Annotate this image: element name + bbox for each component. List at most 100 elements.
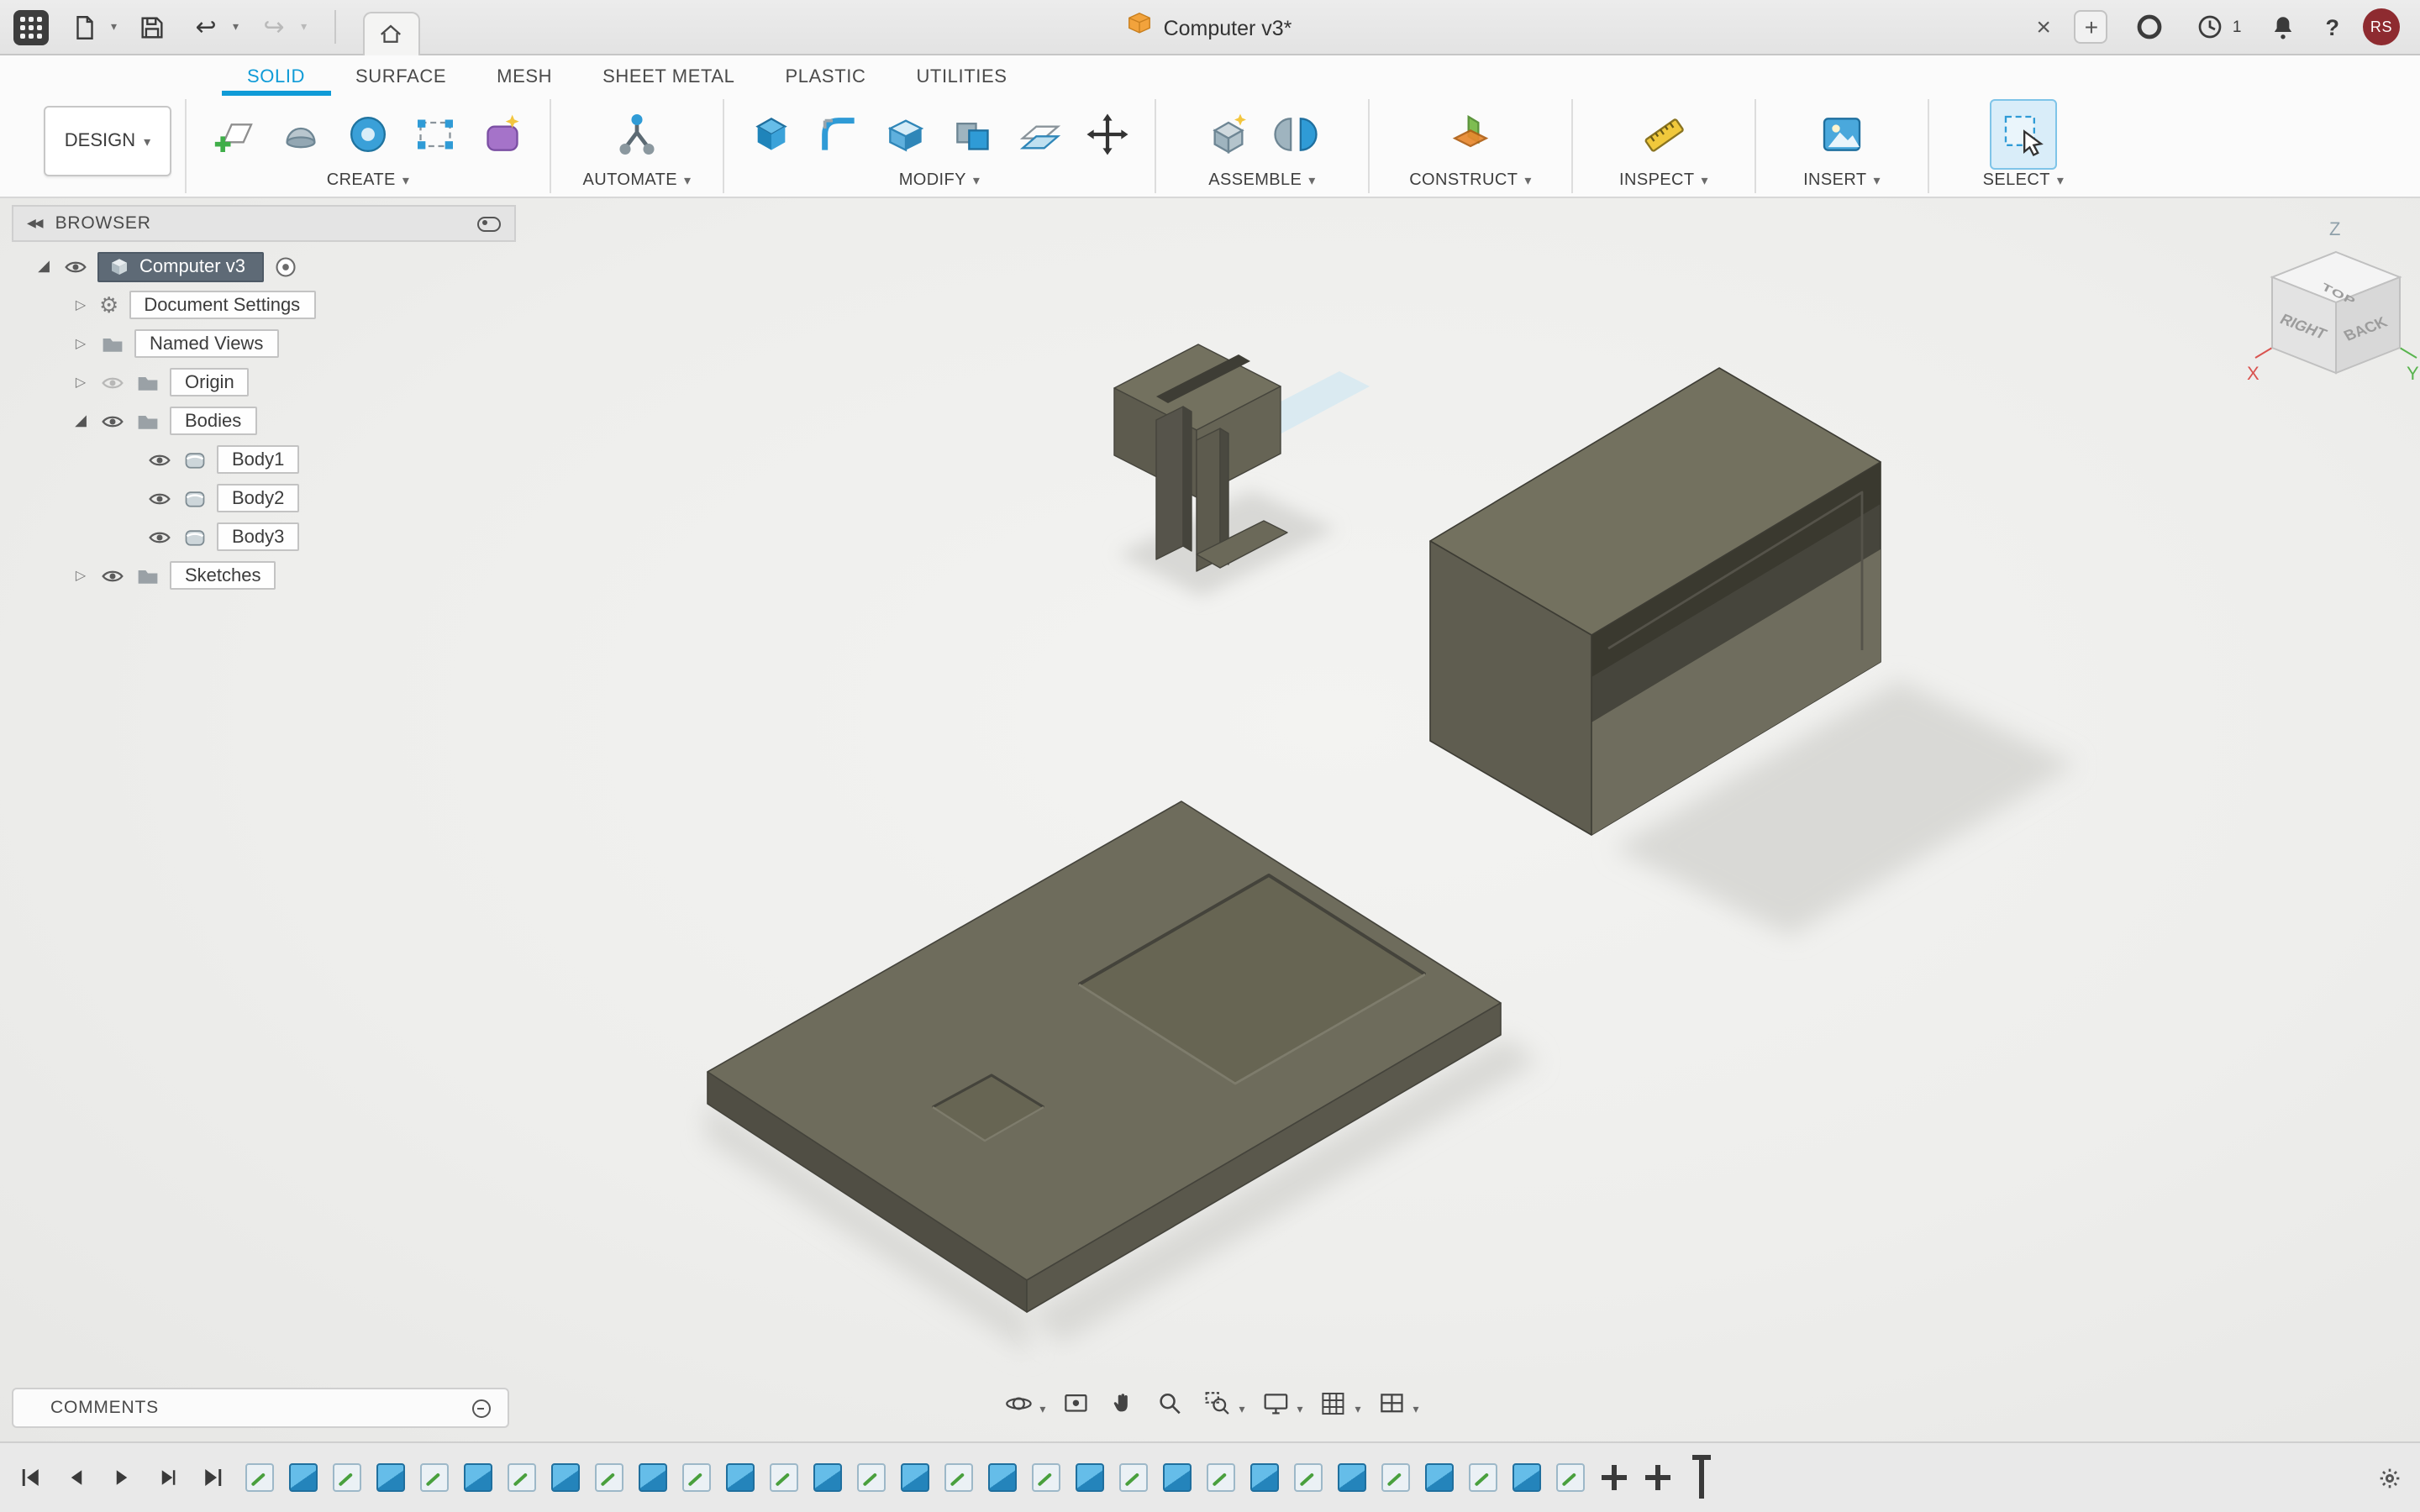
timeline-feature-extrude[interactable]	[1250, 1463, 1279, 1492]
tree-label[interactable]: Named Views	[134, 329, 279, 358]
timeline-feature-extrude[interactable]	[1076, 1463, 1104, 1492]
avatar[interactable]: RS	[2363, 8, 2400, 45]
timeline-feature-extrude[interactable]	[639, 1463, 667, 1492]
tree-row-bodies[interactable]: ◢ Bodies	[12, 402, 516, 440]
grid-settings-button[interactable]	[1313, 1383, 1354, 1423]
timeline-feature-sketch[interactable]	[1556, 1463, 1585, 1492]
timeline-feature-sketch[interactable]	[1381, 1463, 1410, 1492]
timeline-feature-sketch[interactable]	[1119, 1463, 1148, 1492]
tree-row-document-settings[interactable]: ▷ ⚙ Document Settings	[12, 286, 516, 324]
new-tab-icon[interactable]: +	[2074, 10, 2108, 44]
chevron-down-icon[interactable]: ▾	[1413, 1403, 1419, 1416]
step-back-button[interactable]	[59, 1461, 92, 1494]
timeline-feature-sketch[interactable]	[245, 1463, 274, 1492]
timeline-feature-sketch[interactable]	[1032, 1463, 1060, 1492]
offset-face-icon[interactable]	[1007, 99, 1074, 170]
construct-plane-icon[interactable]	[1437, 99, 1504, 170]
select-tool-icon[interactable]	[1990, 99, 2057, 170]
tree-row-sketches[interactable]: ▷ Sketches	[12, 556, 516, 595]
timeline-feature-extrude[interactable]	[551, 1463, 580, 1492]
tree-row-body2[interactable]: Body2	[12, 479, 516, 517]
chevron-down-icon[interactable]: ▾	[1039, 1403, 1045, 1416]
tree-label[interactable]: Body3	[217, 522, 300, 551]
new-component-icon[interactable]	[1195, 99, 1262, 170]
visibility-eye-icon[interactable]	[146, 487, 171, 509]
tab-sheet-metal[interactable]: SHEET METAL	[577, 67, 760, 96]
tree-label[interactable]: Body1	[217, 445, 300, 474]
automate-icon[interactable]	[603, 99, 671, 170]
zoom-window-button[interactable]	[1197, 1383, 1237, 1423]
collapse-panel-icon[interactable]: ◀◀	[27, 217, 44, 230]
timeline-feature-sketch[interactable]	[420, 1463, 449, 1492]
chevron-down-icon[interactable]: ▾	[1355, 1403, 1361, 1416]
display-settings-button[interactable]	[1255, 1383, 1295, 1423]
home-tab[interactable]	[362, 11, 420, 55]
visibility-eye-icon[interactable]	[62, 255, 87, 277]
combine-icon[interactable]	[939, 99, 1007, 170]
workspace-switcher[interactable]: DESIGN ▾	[44, 106, 171, 176]
insert-menu[interactable]: INSERT ▾	[1803, 171, 1881, 190]
comments-bar[interactable]: COMMENTS	[12, 1388, 509, 1428]
insert-canvas-icon[interactable]	[1808, 99, 1876, 170]
viewcube[interactable]: TOP RIGHT BACK Z X Y	[2247, 218, 2419, 384]
timeline-feature-extrude[interactable]	[376, 1463, 405, 1492]
timeline-settings-gear-icon[interactable]	[2376, 1464, 2420, 1491]
timeline-feature-sketch[interactable]	[857, 1463, 886, 1492]
tab-surface[interactable]: SURFACE	[330, 67, 471, 96]
timeline-feature-sketch[interactable]	[1294, 1463, 1323, 1492]
measure-icon[interactable]	[1630, 99, 1697, 170]
timeline-feature-sketch[interactable]	[682, 1463, 711, 1492]
timeline-feature-extrude[interactable]	[1163, 1463, 1192, 1492]
tree-row-body3[interactable]: Body3	[12, 517, 516, 556]
timeline-feature-move[interactable]	[1644, 1463, 1672, 1492]
tree-row-root[interactable]: ◢ Computer v3	[12, 247, 516, 286]
step-forward-button[interactable]	[150, 1461, 183, 1494]
inspect-menu[interactable]: INSPECT ▾	[1619, 171, 1708, 190]
undo-caret-icon[interactable]: ▾	[233, 20, 239, 34]
tree-label[interactable]: Body2	[217, 484, 300, 512]
timeline-feature-extrude[interactable]	[1512, 1463, 1541, 1492]
tree-row-named-views[interactable]: ▷ Named Views	[12, 324, 516, 363]
expander-icon[interactable]: ◢	[72, 412, 89, 430]
zoom-button[interactable]	[1150, 1383, 1190, 1423]
move-copy-icon[interactable]	[1074, 99, 1141, 170]
create-menu[interactable]: CREATE ▾	[327, 171, 410, 190]
file-menu-caret-icon[interactable]: ▾	[111, 20, 117, 34]
timeline-feature-extrude[interactable]	[726, 1463, 755, 1492]
tree-row-body1[interactable]: Body1	[12, 440, 516, 479]
job-status-icon[interactable]	[2132, 8, 2169, 45]
construct-menu[interactable]: CONSTRUCT ▾	[1409, 171, 1532, 190]
go-to-start-button[interactable]	[13, 1461, 47, 1494]
timeline-feature-sketch[interactable]	[333, 1463, 361, 1492]
bell-icon[interactable]	[2265, 8, 2302, 45]
timeline-feature-extrude[interactable]	[1338, 1463, 1366, 1492]
expander-icon[interactable]: ▷	[72, 297, 89, 312]
pan-button[interactable]	[1102, 1383, 1143, 1423]
timeline-feature-sketch[interactable]	[944, 1463, 973, 1492]
tree-label[interactable]: Document Settings	[129, 291, 316, 319]
expander-icon[interactable]: ▷	[72, 568, 89, 583]
select-menu[interactable]: SELECT ▾	[1983, 171, 2065, 190]
tab-utilities[interactable]: UTILITIES	[891, 67, 1032, 96]
modify-menu[interactable]: MODIFY ▾	[899, 171, 981, 190]
look-at-button[interactable]	[1055, 1383, 1096, 1423]
shell-icon[interactable]	[872, 99, 939, 170]
joint-icon[interactable]	[1262, 99, 1329, 170]
timeline-feature-sketch[interactable]	[595, 1463, 623, 1492]
timeline-feature-extrude[interactable]	[1425, 1463, 1454, 1492]
chevron-down-icon[interactable]: ▾	[1297, 1403, 1302, 1416]
app-grid-icon[interactable]	[13, 9, 49, 45]
go-to-end-button[interactable]	[195, 1461, 229, 1494]
visibility-eye-off-icon[interactable]	[99, 371, 124, 393]
visibility-eye-icon[interactable]	[146, 526, 171, 548]
close-tab-icon[interactable]: ×	[2036, 13, 2051, 41]
tab-plastic[interactable]: PLASTIC	[760, 67, 892, 96]
visibility-eye-icon[interactable]	[146, 449, 171, 470]
expander-icon[interactable]: ◢	[35, 257, 52, 276]
body2-model[interactable]	[707, 801, 1502, 1313]
visibility-eye-icon[interactable]	[99, 410, 124, 432]
tab-mesh[interactable]: MESH	[471, 67, 577, 96]
root-component[interactable]: Computer v3	[97, 251, 264, 281]
tab-solid[interactable]: SOLID	[222, 67, 331, 96]
timeline-feature-extrude[interactable]	[813, 1463, 842, 1492]
